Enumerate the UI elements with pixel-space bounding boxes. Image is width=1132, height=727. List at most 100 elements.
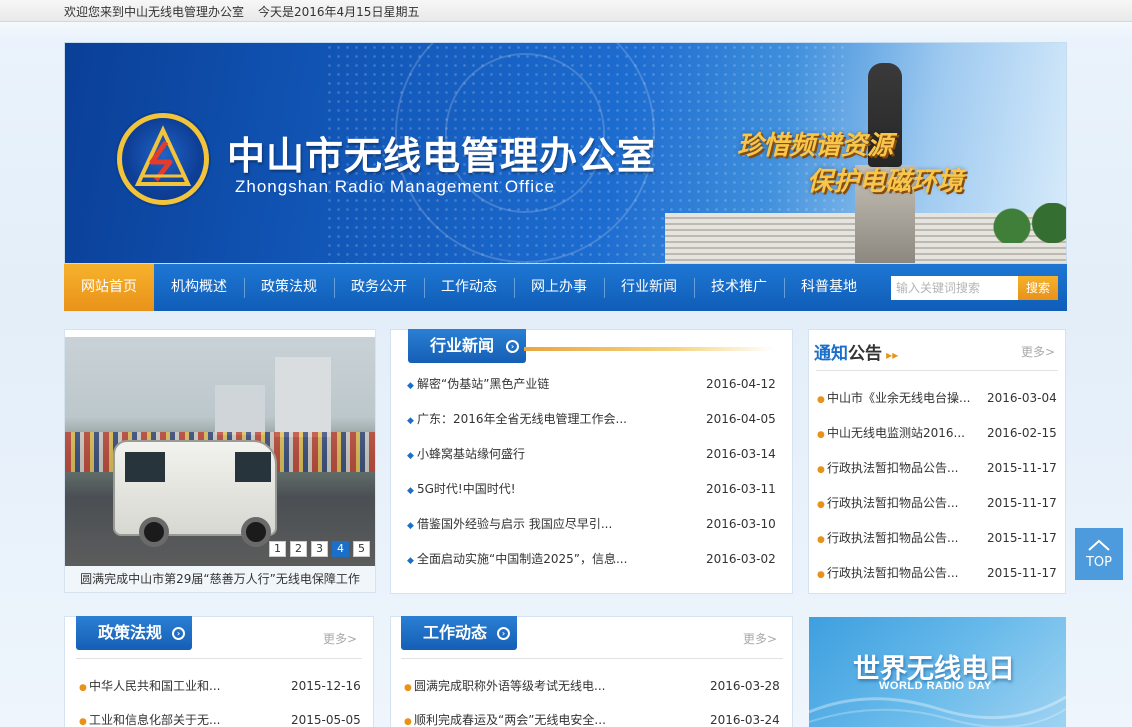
news-item[interactable]: ◆ 解密“伪基站”黑色产业链: [407, 374, 549, 394]
industry-news-title: 行业新闻: [430, 336, 495, 355]
search-input[interactable]: [891, 276, 1018, 300]
bullet-icon: ◆: [407, 521, 414, 531]
nav-item-work-news[interactable]: 工作动态: [424, 264, 514, 311]
policy-title: 政策法规: [98, 623, 163, 642]
news-item[interactable]: ◆ 广东：2016年全省无线电管理工作会...: [407, 409, 627, 429]
work-item[interactable]: ● 顺利完成春运及“两会”无线电安全...: [404, 710, 606, 727]
slideshow-image[interactable]: [65, 337, 375, 566]
world-radio-day-banner[interactable]: 世界无线电日 WORLD RADIO DAY: [809, 617, 1066, 727]
news-item[interactable]: ◆ 借鉴国外经验与启示 我国应尽早引...: [407, 514, 612, 534]
pager-page-4[interactable]: 4: [332, 541, 349, 557]
nav-item-public-affairs[interactable]: 政务公开: [334, 264, 424, 311]
nav-item-about[interactable]: 机构概述: [154, 264, 244, 311]
policy-tab[interactable]: 政策法规 ›: [76, 616, 192, 650]
pager-page-5[interactable]: 5: [353, 541, 370, 557]
work-date: 2016-03-24: [710, 713, 780, 727]
industry-news-tab[interactable]: 行业新闻 ›: [408, 329, 526, 363]
header-banner: 中山市无线电管理办公室 Zhongshan Radio Management O…: [64, 42, 1067, 264]
nav-item-tech[interactable]: 技术推广: [694, 264, 784, 311]
site-title: 中山市无线电管理办公室: [227, 134, 657, 178]
more-arrow-icon: ›: [506, 340, 519, 353]
bullet-icon: ●: [817, 570, 825, 580]
slideshow-caption[interactable]: 圆满完成中山市第29届“慈善万人行”无线电保障工作: [65, 566, 375, 592]
pager-page-3[interactable]: 3: [311, 541, 328, 557]
nav-item-policy[interactable]: 政策法规: [244, 264, 334, 311]
news-date: 2016-03-10: [706, 517, 776, 531]
news-date: 2016-04-05: [706, 412, 776, 426]
site-subtitle: Zhongshan Radio Management Office: [235, 177, 555, 196]
notice-date: 2015-11-17: [987, 496, 1057, 510]
notice-item[interactable]: ● 行政执法暂扣物品公告...: [817, 493, 958, 513]
notice-item[interactable]: ● 中山无线电监测站2016...: [817, 423, 965, 443]
slogan-line-2: 保护电磁环境: [807, 167, 964, 197]
bullet-icon: ●: [817, 430, 825, 440]
nav-item-home[interactable]: 网站首页: [64, 264, 154, 311]
policy-item[interactable]: ● 中华人民共和国工业和...: [79, 676, 220, 696]
notice-item[interactable]: ● 行政执法暂扣物品公告...: [817, 528, 958, 548]
divider: [816, 370, 1058, 371]
slogan-line-1: 珍惜频谱资源: [737, 131, 894, 161]
bullet-icon: ●: [817, 395, 825, 405]
news-item[interactable]: ◆ 小蜂窝基站缘何盛行: [407, 444, 525, 464]
notice-date: 2015-11-17: [987, 531, 1057, 545]
policy-more-link[interactable]: 更多>: [323, 630, 357, 647]
title-underline-decoration: [524, 347, 774, 351]
news-date: 2016-03-14: [706, 447, 776, 461]
bullet-icon: ●: [404, 717, 412, 727]
trees-image: [985, 203, 1066, 243]
notice-item[interactable]: ● 行政执法暂扣物品公告...: [817, 563, 958, 583]
notice-date: 2015-11-17: [987, 461, 1057, 475]
top-bar: 欢迎您来到中山无线电管理办公室 今天是2016年4月15日星期五: [0, 0, 1132, 22]
divider: [76, 658, 362, 659]
bullet-icon: ●: [404, 683, 412, 693]
bullet-icon: ◆: [407, 451, 414, 461]
policy-date: 2015-05-05: [291, 713, 361, 727]
bullet-icon: ●: [817, 465, 825, 475]
building-image: [215, 385, 265, 435]
bullet-icon: ●: [817, 500, 825, 510]
more-arrow-icon: ›: [497, 627, 510, 640]
work-more-link[interactable]: 更多>: [743, 630, 777, 647]
pager-page-1[interactable]: 1: [269, 541, 286, 557]
bullet-icon: ●: [79, 683, 87, 693]
work-item[interactable]: ● 圆满完成职称外语等级考试无线电...: [404, 676, 605, 696]
notice-item[interactable]: ● 行政执法暂扣物品公告...: [817, 458, 958, 478]
news-item[interactable]: ◆ 全面启动实施“中国制造2025”，信息...: [407, 549, 627, 569]
notices-more-link[interactable]: 更多>: [1021, 343, 1055, 360]
bullet-icon: ●: [817, 535, 825, 545]
more-arrow-icon: ›: [172, 627, 185, 640]
bullet-icon: ◆: [407, 486, 414, 496]
welcome-text: 欢迎您来到中山无线电管理办公室: [64, 5, 245, 19]
back-to-top-label: TOP: [1085, 555, 1112, 570]
building-image: [275, 357, 331, 437]
bullet-icon: ◆: [407, 381, 414, 391]
lightning-tower-icon: [134, 125, 192, 186]
bullet-icon: ◆: [407, 556, 414, 566]
bullet-icon: ◆: [407, 416, 414, 426]
work-date: 2016-03-28: [710, 679, 780, 693]
divider: [401, 658, 783, 659]
pager-page-2[interactable]: 2: [290, 541, 307, 557]
nav-item-online-service[interactable]: 网上办事: [514, 264, 604, 311]
notice-date: 2016-03-04: [987, 391, 1057, 405]
notices-title: 通知公告 ▸▸: [814, 344, 899, 364]
slideshow-pager: 1 2 3 4 5: [269, 541, 370, 557]
current-date: 今天是2016年4月15日星期五: [258, 5, 420, 19]
notice-date: 2015-11-17: [987, 566, 1057, 580]
notice-item[interactable]: ● 中山市《业余无线电台操...: [817, 388, 970, 408]
work-tab[interactable]: 工作动态 ›: [401, 616, 517, 650]
radio-office-logo: [117, 113, 209, 205]
chevron-up-icon: [1088, 539, 1110, 551]
news-item[interactable]: ◆ 5G时代!中国时代!: [407, 479, 516, 499]
search-button[interactable]: 搜索: [1018, 276, 1058, 300]
news-date: 2016-04-12: [706, 377, 776, 391]
news-date: 2016-03-11: [706, 482, 776, 496]
work-title: 工作动态: [423, 623, 488, 642]
nav-item-science[interactable]: 科普基地: [784, 264, 874, 311]
back-to-top-button[interactable]: TOP: [1075, 528, 1123, 580]
policy-item[interactable]: ● 工业和信息化部关于无...: [79, 710, 220, 727]
nav-item-industry-news[interactable]: 行业新闻: [604, 264, 694, 311]
notice-date: 2016-02-15: [987, 426, 1057, 440]
world-radio-day-subtitle: WORLD RADIO DAY: [879, 680, 992, 692]
news-date: 2016-03-02: [706, 552, 776, 566]
